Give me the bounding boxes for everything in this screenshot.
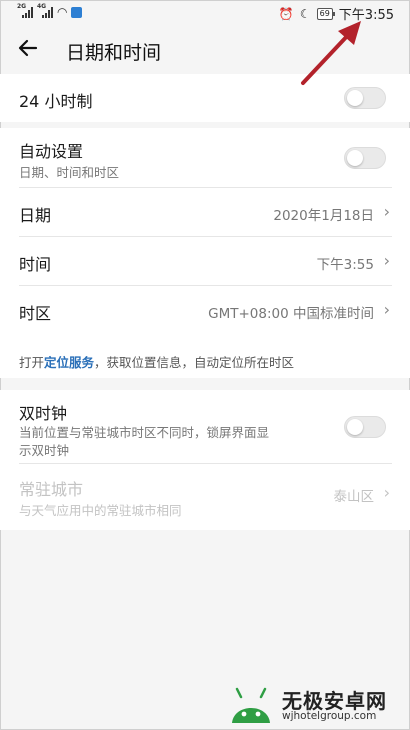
moon-icon: ☾ — [299, 6, 311, 21]
time-label: 时间 — [19, 255, 52, 274]
wifi-icon: ◠ — [57, 5, 68, 19]
location-service-link[interactable]: 定位服务 — [44, 355, 94, 370]
signal-type-label: 2G — [17, 3, 27, 10]
date-row[interactable]: 日期 2020年1月18日 › — [0, 188, 410, 236]
watermark-url: wjhotelgroup.com — [282, 710, 377, 722]
chevron-right-icon: › — [383, 300, 390, 319]
timezone-value: GMT+08:00 中国标准时间 — [208, 306, 374, 322]
auto-set-sublabel: 日期、时间和时区 — [19, 165, 120, 180]
home-city-label: 常驻城市 — [19, 480, 84, 499]
toggle-knob — [347, 90, 363, 106]
chevron-right-icon: › — [383, 251, 390, 270]
home-city-desc: 与天气应用中的常驻城市相同 — [19, 503, 182, 518]
hour24-label: 24 小时制 — [19, 92, 93, 111]
status-bar: 2G 4G ◠ ⏰ ☾ 69 下午3:55 — [0, 0, 410, 26]
settings-card-dualclock: 双时钟 当前位置与常驻城市时区不同时，锁屏界面显 示双时钟 常驻城市 与天气应用… — [0, 390, 410, 530]
dual-clock-toggle[interactable] — [344, 416, 386, 438]
signal-icon: 2G — [17, 3, 33, 18]
status-left: 2G 4G ◠ — [17, 3, 83, 19]
home-city-row: 常驻城市 与天气应用中的常驻城市相同 泰山区 › — [0, 464, 410, 524]
location-hint: 打开定位服务，获取位置信息，自动定位所在时区 — [19, 352, 294, 371]
page-title: 日期和时间 — [66, 42, 162, 64]
android-logo-icon — [232, 687, 270, 723]
chevron-right-icon: › — [383, 202, 390, 221]
toggle-knob — [347, 150, 363, 166]
date-label: 日期 — [19, 206, 52, 225]
hour24-row[interactable]: 24 小时制 — [0, 74, 410, 122]
auto-set-toggle[interactable] — [344, 147, 386, 169]
app-header: 日期和时间 — [0, 26, 410, 74]
status-right: ⏰ ☾ 69 下午3:55 — [278, 4, 394, 24]
dual-clock-desc-1: 当前位置与常驻城市时区不同时，锁屏界面显 — [19, 425, 270, 440]
auto-set-row[interactable]: 自动设置 日期、时间和时区 — [0, 128, 410, 188]
chevron-right-icon: › — [383, 483, 390, 502]
settings-card-datetime: 自动设置 日期、时间和时区 日期 2020年1月18日 › 时间 下午3:55 … — [0, 128, 410, 378]
toggle-knob — [347, 419, 363, 435]
watermark: 无极安卓网 wjhotelgroup.com — [226, 683, 404, 727]
home-city-value: 泰山区 — [333, 489, 375, 505]
arrow-left-icon[interactable] — [16, 36, 44, 64]
signal-type-label: 4G — [37, 3, 47, 10]
timezone-label: 时区 — [19, 304, 52, 323]
app-icon — [71, 7, 83, 18]
time-row[interactable]: 时间 下午3:55 › — [0, 237, 410, 285]
hint-prefix: 打开 — [19, 355, 45, 370]
auto-set-label: 自动设置 — [19, 142, 84, 161]
timezone-row[interactable]: 时区 GMT+08:00 中国标准时间 › — [0, 286, 410, 334]
dual-clock-row[interactable]: 双时钟 当前位置与常驻城市时区不同时，锁屏界面显 示双时钟 — [0, 390, 410, 462]
hint-suffix: ，获取位置信息，自动定位所在时区 — [94, 355, 295, 370]
settings-card-hour24: 24 小时制 — [0, 74, 410, 122]
signal-icon: 4G — [37, 3, 53, 18]
time-value: 下午3:55 — [316, 257, 374, 273]
dual-clock-desc-2: 示双时钟 — [19, 443, 70, 458]
battery-icon: 69 — [316, 7, 336, 20]
battery-level: 69 — [319, 8, 330, 18]
date-value: 2020年1月18日 — [273, 208, 374, 224]
dual-clock-label: 双时钟 — [19, 404, 68, 423]
hour24-toggle[interactable] — [344, 87, 386, 109]
alarm-icon: ⏰ — [278, 6, 294, 21]
status-time: 下午3:55 — [338, 8, 394, 23]
